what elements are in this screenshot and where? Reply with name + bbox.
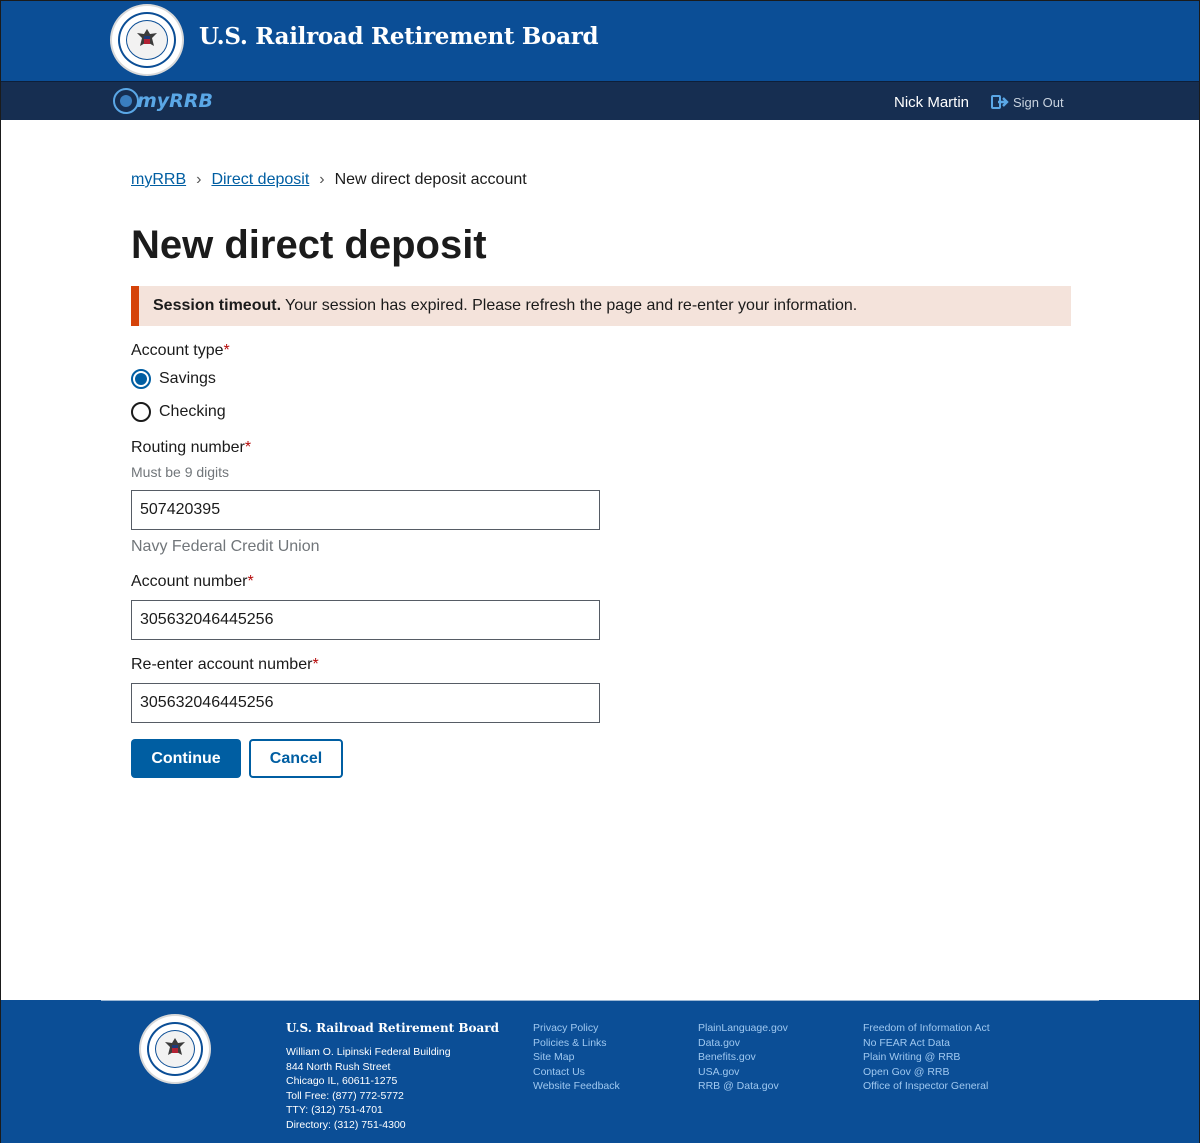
footer-phone-tty: TTY: (312) 751-4701 (286, 1104, 383, 1117)
footer-link-plainlanguage[interactable]: PlainLanguage.gov (698, 1021, 788, 1036)
account-number-label-text: Account number (131, 573, 248, 590)
breadcrumb: myRRB › Direct deposit › New direct depo… (131, 171, 527, 189)
footer-phone-directory: Directory: (312) 751-4300 (286, 1118, 406, 1131)
page-title: New direct deposit (131, 223, 487, 267)
footer-link-contact-us[interactable]: Contact Us (533, 1065, 620, 1080)
account-number-label: Account number* (131, 573, 254, 591)
footer-agency-title: U.S. Railroad Retirement Board (286, 1021, 500, 1035)
routing-number-label-text: Routing number (131, 439, 245, 456)
sign-out-label: Sign Out (1013, 94, 1064, 110)
footer-address: William O. Lipinski Federal Building 844… (286, 1045, 451, 1133)
footer-link-policies-links[interactable]: Policies & Links (533, 1036, 620, 1051)
footer-link-foia[interactable]: Freedom of Information Act (863, 1021, 990, 1036)
chevron-right-icon: › (319, 171, 325, 188)
sign-out-icon (991, 95, 1009, 109)
required-mark: * (244, 439, 252, 456)
chevron-right-icon: › (196, 171, 202, 188)
radio-savings-control[interactable] (131, 369, 151, 389)
required-mark: * (312, 656, 319, 673)
footer-links-col-2: PlainLanguage.gov Data.gov Benefits.gov … (698, 1021, 788, 1094)
myrrb-logo[interactable]: myRRB (113, 87, 213, 115)
radio-checking-control[interactable] (131, 402, 151, 422)
account-number-input[interactable] (131, 600, 600, 640)
alert-heading: Session timeout. (153, 297, 282, 314)
required-mark: * (247, 573, 254, 590)
footer-link-website-feedback[interactable]: Website Feedback (533, 1079, 620, 1094)
account-type-label: Account type* (131, 342, 230, 360)
continue-button[interactable]: Continue (131, 739, 241, 778)
radio-checking-label[interactable]: Checking (159, 403, 226, 421)
footer-link-open-gov[interactable]: Open Gov @ RRB (863, 1065, 990, 1080)
user-name: Nick Martin (894, 94, 970, 111)
footer-link-usa-gov[interactable]: USA.gov (698, 1065, 788, 1080)
footer-link-benefits-gov[interactable]: Benefits.gov (698, 1050, 788, 1065)
footer-address-line: 844 North Rush Street (286, 1060, 391, 1073)
radio-savings-label[interactable]: Savings (159, 370, 216, 388)
routing-number-hint: Must be 9 digits (131, 464, 230, 480)
breadcrumb-link-myrrb[interactable]: myRRB (131, 171, 186, 189)
routing-number-input[interactable] (131, 490, 600, 530)
footer-phone-toll-free: Toll Free: (877) 772-5772 (286, 1089, 404, 1102)
footer-address-line: William O. Lipinski Federal Building (286, 1046, 451, 1058)
footer-link-plain-writing[interactable]: Plain Writing @ RRB (863, 1050, 990, 1065)
footer-link-rrb-data-gov[interactable]: RRB @ Data.gov (698, 1079, 788, 1094)
footer-links-col-1: Privacy Policy Policies & Links Site Map… (533, 1021, 620, 1094)
breadcrumb-link-direct-deposit[interactable]: Direct deposit (211, 171, 309, 189)
footer-links-col-3: Freedom of Information Act No FEAR Act D… (863, 1021, 990, 1094)
breadcrumb-current: New direct deposit account (334, 171, 527, 188)
eagle-icon (165, 1038, 185, 1055)
bank-name: Navy Federal Credit Union (131, 538, 320, 555)
footer-link-no-fear[interactable]: No FEAR Act Data (863, 1036, 990, 1051)
footer-divider (101, 1000, 1099, 1001)
reenter-account-number-label-text: Re-enter account number (131, 656, 313, 673)
rrb-seal-icon[interactable] (110, 4, 184, 76)
footer-link-data-gov[interactable]: Data.gov (698, 1036, 788, 1051)
footer-link-privacy-policy[interactable]: Privacy Policy (533, 1021, 620, 1036)
radio-savings[interactable]: Savings (131, 369, 216, 389)
myrrb-logo-text: myRRB (137, 90, 213, 112)
footer-address-line: Chicago IL, 60611-1275 (286, 1075, 398, 1088)
reenter-account-number-input[interactable] (131, 683, 600, 723)
session-timeout-alert: Session timeout. Your session has expire… (131, 286, 1071, 326)
agency-title[interactable]: U.S. Railroad Retirement Board (199, 23, 599, 50)
radio-checking[interactable]: Checking (131, 402, 226, 422)
footer-link-site-map[interactable]: Site Map (533, 1050, 620, 1065)
myrrb-logo-icon (113, 88, 139, 114)
footer-link-oig[interactable]: Office of Inspector General (863, 1079, 990, 1094)
footer-rrb-seal-icon (139, 1014, 211, 1084)
routing-number-label: Routing number* (131, 439, 251, 457)
sign-out-link[interactable]: Sign Out (991, 94, 1064, 110)
cancel-button[interactable]: Cancel (249, 739, 343, 778)
alert-message: Your session has expired. Please refresh… (285, 297, 858, 314)
account-type-label-text: Account type (131, 342, 224, 359)
required-mark: * (223, 342, 230, 359)
reenter-account-number-label: Re-enter account number* (131, 656, 319, 674)
eagle-icon (137, 29, 157, 46)
